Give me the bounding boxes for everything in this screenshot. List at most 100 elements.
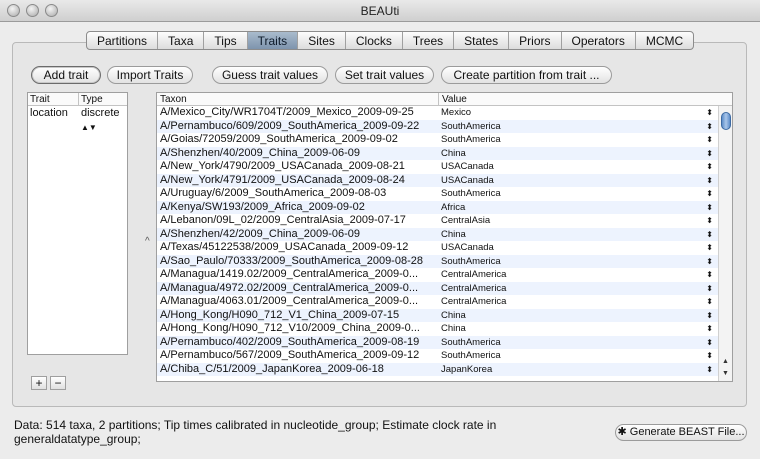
table-row[interactable]: A/New_York/4791/2009_USACanada_2009-08-2… [157,173,719,188]
table-row[interactable]: A/Pernambuco/567/2009_SouthAmerica_2009-… [157,349,719,363]
table-row[interactable]: A/Hong_Kong/H090_712_V1_China_2009-07-15… [157,308,719,323]
taxon-cell: A/Managua/1419.02/2009_CentralAmerica_20… [160,268,419,280]
tab-partitions[interactable]: Partitions [87,32,159,49]
value-cell-select[interactable]: SouthAmerica ⬍ [439,133,719,147]
value-text: JapanKorea [441,363,493,375]
updown-arrows-icon: ⬍ [706,351,713,360]
updown-arrows-icon: ⬍ [706,243,713,252]
value-cell-select[interactable]: China ⬍ [439,228,719,242]
taxon-cell: A/New_York/4790/2009_USACanada_2009-08-2… [160,160,405,172]
type-column-header[interactable]: Type [79,93,103,105]
trait-values-table[interactable]: Taxon Value A/Mexico_City/WR1704T/2009_M… [156,92,733,382]
tab-traits[interactable]: Traits [247,32,299,49]
table-row[interactable]: A/Texas/45122538/2009_USACanada_2009-09-… [157,241,719,255]
value-text: CentralAmerica [441,269,507,280]
title-bar: BEAUti [0,0,760,22]
import-traits-button[interactable]: Import Traits [107,66,193,84]
value-cell-select[interactable]: SouthAmerica ⬍ [439,187,719,201]
table-row[interactable]: A/Chiba_C/51/2009_JapanKorea_2009-06-18 J… [157,362,719,377]
table-row[interactable]: A/Managua/4063.01/2009_CentralAmerica_20… [157,295,719,309]
value-cell-select[interactable]: SouthAmerica ⬍ [439,336,719,350]
vertical-scrollbar[interactable]: ▲ ▼ [718,106,732,381]
updown-arrows-icon: ⬍ [706,229,713,239]
split-pane-handle-icon[interactable]: ^ [145,236,150,247]
trait-name: location [30,107,68,119]
table-row[interactable]: A/Shenzhen/42/2009_China_2009-06-09 China… [157,227,719,242]
value-cell-select[interactable]: China ⬍ [439,322,719,336]
table-row[interactable]: A/Lebanon/09L_02/2009_CentralAsia_2009-0… [157,214,719,228]
tab-states[interactable]: States [454,32,510,49]
tab-sites[interactable]: Sites [298,32,346,49]
table-row[interactable]: A/New_York/4790/2009_USACanada_2009-08-2… [157,160,719,174]
value-text: China [441,228,466,240]
table-row[interactable]: A/Shenzhen/40/2009_China_2009-06-09 China… [157,146,719,161]
value-cell-select[interactable]: CentralAmerica ⬍ [439,295,719,309]
trait-column-header[interactable]: Trait [28,93,79,105]
trait-type-select[interactable]: discrete ▲▼ [79,106,127,132]
set-trait-values-button[interactable]: Set trait values [335,66,434,84]
value-cell-select[interactable]: SouthAmerica ⬍ [439,120,719,134]
value-text: SouthAmerica [441,336,501,348]
tab-tips[interactable]: Tips [204,32,248,49]
value-cell-select[interactable]: SouthAmerica ⬍ [439,255,719,269]
value-text: USACanada [441,161,494,172]
updown-arrows-icon: ▲▼ [81,123,97,132]
updown-arrows-icon: ⬍ [706,297,713,306]
taxon-cell: A/Uruguay/6/2009_SouthAmerica_2009-08-03 [160,187,387,199]
table-row[interactable]: A/Hong_Kong/H090_712_V10/2009_China_2009… [157,322,719,336]
value-cell-select[interactable]: USACanada ⬍ [439,241,719,255]
generate-beast-file-button[interactable]: ✱ Generate BEAST File... [615,424,747,441]
value-text: SouthAmerica [441,255,501,267]
table-row[interactable]: A/Pernambuco/609/2009_SouthAmerica_2009-… [157,119,719,134]
value-cell-select[interactable]: CentralAmerica ⬍ [439,282,719,296]
taxon-cell: A/Lebanon/09L_02/2009_CentralAsia_2009-0… [160,214,406,226]
value-text: China [441,147,466,159]
taxon-cell: A/Managua/4063.01/2009_CentralAmerica_20… [160,295,419,307]
tab-priors[interactable]: Priors [509,32,562,49]
tab-taxa[interactable]: Taxa [158,32,205,49]
table-row[interactable]: A/Goias/72059/2009_SouthAmerica_2009-09-… [157,133,719,147]
value-cell-select[interactable]: CentralAmerica ⬍ [439,268,719,282]
traits-table[interactable]: Trait Type location discrete ▲▼ [27,92,128,355]
updown-arrows-icon: ⬍ [706,135,713,144]
tab-clocks[interactable]: Clocks [346,32,403,49]
value-cell-select[interactable]: USACanada ⬍ [439,174,719,188]
add-trait-plus-button[interactable]: + [31,376,47,390]
tab-trees[interactable]: Trees [403,32,455,49]
updown-arrows-icon: ⬍ [706,270,713,279]
table-row[interactable]: A/Pernambuco/402/2009_SouthAmerica_2009-… [157,335,719,350]
create-partition-from-trait-button[interactable]: Create partition from trait ... [441,66,612,84]
taxon-cell: A/Sao_Paulo/70333/2009_SouthAmerica_2009… [160,254,423,267]
value-column-header[interactable]: Value [439,93,467,105]
table-row[interactable]: A/Sao_Paulo/70333/2009_SouthAmerica_2009… [157,254,719,269]
value-cell-select[interactable]: SouthAmerica ⬍ [439,349,719,363]
table-row[interactable]: A/Mexico_City/WR1704T/2009_Mexico_2009-0… [157,106,719,120]
value-cell-select[interactable]: China ⬍ [439,147,719,161]
value-cell-select[interactable]: CentralAsia ⬍ [439,214,719,228]
updown-arrows-icon: ⬍ [706,108,713,117]
table-row[interactable]: A/Managua/1419.02/2009_CentralAmerica_20… [157,268,719,282]
value-cell-select[interactable]: JapanKorea ⬍ [439,363,719,377]
updown-arrows-icon: ⬍ [706,189,713,198]
table-row[interactable]: A/Uruguay/6/2009_SouthAmerica_2009-08-03… [157,187,719,201]
value-cell-select[interactable]: Mexico ⬍ [439,106,719,120]
value-cell-select[interactable]: USACanada ⬍ [439,160,719,174]
add-trait-button[interactable]: Add trait [31,66,101,84]
value-cell-select[interactable]: Africa ⬍ [439,201,719,215]
value-text: China [441,309,466,321]
trait-row[interactable]: location discrete ▲▼ [28,106,127,132]
tab-operators[interactable]: Operators [562,32,636,49]
scroll-down-arrow-icon[interactable]: ▼ [722,370,729,377]
value-cell-select[interactable]: China ⬍ [439,309,719,323]
scrollbar-thumb[interactable] [721,112,731,130]
remove-trait-minus-button[interactable]: − [50,376,66,390]
taxon-cell: A/Mexico_City/WR1704T/2009_Mexico_2009-0… [160,106,414,118]
table-row[interactable]: A/Managua/4972.02/2009_CentralAmerica_20… [157,281,719,296]
table-row[interactable]: A/Kenya/SW193/2009_Africa_2009-09-02 Afri… [157,200,719,215]
guess-trait-values-button[interactable]: Guess trait values [212,66,328,84]
tab-mcmc[interactable]: MCMC [636,32,693,49]
taxon-column-header[interactable]: Taxon [157,93,439,105]
gear-icon: ✱ [617,426,627,438]
scroll-up-arrow-icon[interactable]: ▲ [722,358,729,365]
trait-type-value: discrete [81,107,120,119]
